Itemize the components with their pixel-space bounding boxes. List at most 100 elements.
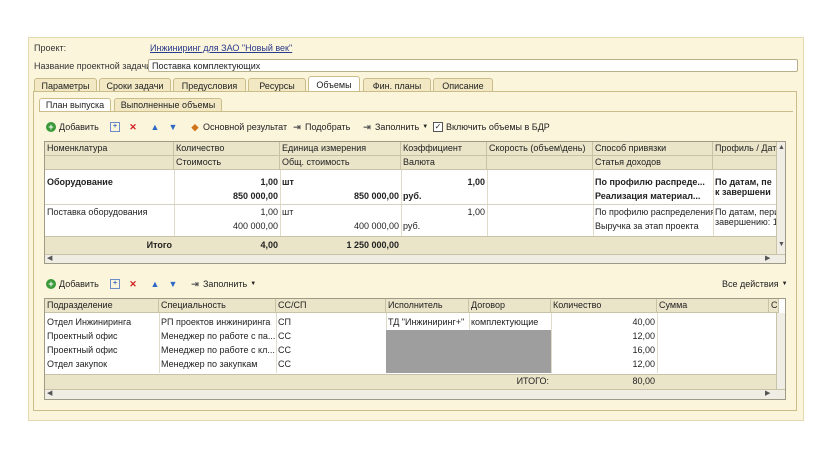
row1-specialty[interactable]: РП проектов инжиниринга (159, 316, 276, 328)
executors-grid[interactable]: Подразделение Специальность СС/СП Исполн… (44, 298, 786, 400)
col-header-income-article[interactable]: Статья доходов (593, 156, 713, 170)
add-button-2[interactable]: + Добавить (46, 277, 99, 291)
subtab-completed-volumes[interactable]: Выполненные объемы (114, 98, 222, 111)
tab-parameters[interactable]: Параметры (34, 78, 97, 92)
row2-profile-line2[interactable]: завершению: 1 (713, 216, 777, 228)
scroll-right-icon[interactable]: ▶ (765, 389, 770, 397)
fill-label: Заполнить (375, 122, 420, 132)
delete-icon[interactable]: ✕ (128, 279, 138, 289)
select-button[interactable]: ⇥ Подобрать (292, 120, 350, 134)
move-down-icon[interactable]: ▼ (168, 279, 178, 289)
row4-cc-sp[interactable]: СС (276, 358, 386, 370)
copy-icon[interactable]: + (110, 122, 120, 132)
row1-cc-sp[interactable]: СП (276, 316, 386, 328)
subtab-release-plan[interactable]: План выпуска (39, 98, 111, 111)
tab-description[interactable]: Описание (433, 78, 493, 92)
row2-currency[interactable]: руб. (401, 220, 487, 232)
move-down-icon[interactable]: ▼ (168, 122, 178, 132)
total-label-2: ИТОГО: (516, 376, 549, 386)
include-volumes-label: Включить объемы в БДР (446, 122, 550, 132)
row2-quantity[interactable]: 1,00 (174, 206, 280, 218)
grid2-horizontal-scrollbar[interactable] (45, 389, 785, 399)
scroll-up-icon[interactable]: ▲ (778, 144, 785, 151)
tab-preconditions[interactable]: Предусловия (173, 78, 246, 92)
row2-department[interactable]: Проектный офис (45, 330, 159, 342)
scroll-down-icon[interactable]: ▼ (778, 241, 785, 248)
row2-total-cost[interactable]: 400 000,00 (280, 220, 401, 232)
add-icon: + (46, 279, 56, 289)
col-header-total-cost[interactable]: Общ. стоимость (280, 156, 401, 170)
row3-quantity[interactable]: 16,00 (551, 344, 657, 356)
include-volumes-checkbox[interactable]: ✓ Включить объемы в БДР (433, 120, 550, 134)
col-header-cost[interactable]: Стоимость (174, 156, 280, 170)
main-result-button[interactable]: ◆ Основной результат (190, 120, 288, 134)
row2-unit[interactable]: шт (280, 206, 401, 218)
row1-executor[interactable]: ТД "Инжиниринг+" (386, 316, 469, 328)
col-header-sum[interactable]: Сумма (657, 299, 769, 313)
row1-coefficient[interactable]: 1,00 (401, 176, 487, 188)
row4-quantity[interactable]: 12,00 (551, 358, 657, 370)
row2-specialty[interactable]: Менеджер по работе с па... (159, 330, 276, 342)
scroll-left-icon[interactable]: ◀ (47, 389, 52, 397)
col-header-unit[interactable]: Единица измерения (280, 142, 401, 156)
row2-cc-sp[interactable]: СС (276, 330, 386, 342)
col-header-speed[interactable]: Скорость (объем\день) (487, 142, 593, 156)
row2-nomenclature[interactable]: Поставка оборудования (45, 206, 174, 218)
row3-specialty[interactable]: Менеджер по работе с кл... (159, 344, 276, 356)
add-button[interactable]: + Добавить (46, 120, 99, 134)
tab-fin-plans[interactable]: Фин. планы (363, 78, 431, 92)
move-up-icon[interactable]: ▲ (150, 122, 160, 132)
row2-coefficient[interactable]: 1,00 (401, 206, 487, 218)
row4-specialty[interactable]: Менеджер по закупкам (159, 358, 276, 370)
row3-cc-sp[interactable]: СС (276, 344, 386, 356)
col-header-profile[interactable]: Профиль / Дат (713, 142, 777, 156)
col-header-quantity[interactable]: Количество (551, 299, 657, 313)
copy-icon[interactable]: + (110, 279, 120, 289)
col-header-department[interactable]: Подразделение (45, 299, 159, 313)
grid1-horizontal-scrollbar[interactable] (45, 254, 785, 263)
col-header-coefficient[interactable]: Коэффициент (401, 142, 487, 156)
scroll-right-icon[interactable]: ▶ (765, 254, 770, 262)
row1-currency[interactable]: руб. (401, 190, 487, 202)
grid2-vertical-scrollbar[interactable] (776, 313, 785, 389)
row2-binding-method[interactable]: По профилю распределения (593, 206, 713, 218)
row3-department[interactable]: Проектный офис (45, 344, 159, 356)
row1-nomenclature[interactable]: Оборудование (45, 176, 174, 188)
col-header-cc-sp[interactable]: СС/СП (276, 299, 386, 313)
fill-button-2[interactable]: ⇥ Заполнить ▼ (190, 277, 256, 291)
col-header-specialty[interactable]: Специальность (159, 299, 276, 313)
col-header-c[interactable]: С (769, 299, 779, 313)
tab-resources[interactable]: Ресурсы (248, 78, 306, 92)
row1-total-cost[interactable]: 850 000,00 (280, 190, 401, 202)
row1-binding-method[interactable]: По профилю распреде... (593, 176, 713, 188)
row1-quantity[interactable]: 40,00 (551, 316, 657, 328)
tab-volumes[interactable]: Объемы (308, 76, 360, 92)
row4-department[interactable]: Отдел закупок (45, 358, 159, 370)
row1-income-article[interactable]: Реализация материал... (593, 190, 713, 202)
scroll-left-icon[interactable]: ◀ (47, 254, 52, 262)
col-header-nomenclature[interactable]: Номенклатура (45, 142, 174, 156)
task-name-input[interactable]: Поставка комплектующих (148, 59, 798, 72)
tab-task-dates[interactable]: Сроки задачи (99, 78, 171, 92)
row1-quantity[interactable]: 1,00 (174, 176, 280, 188)
delete-icon[interactable]: ✕ (128, 122, 138, 132)
row1-department[interactable]: Отдел Инжиниринга (45, 316, 159, 328)
row1-contract[interactable]: комплектующие (469, 316, 551, 328)
row1-cost[interactable]: 850 000,00 (174, 190, 280, 202)
row1-unit[interactable]: шт (280, 176, 401, 188)
col-header-quantity[interactable]: Количество (174, 142, 280, 156)
move-up-icon[interactable]: ▲ (150, 279, 160, 289)
row1-profile-line2[interactable]: к завершени (713, 186, 777, 198)
all-actions-button[interactable]: Все действия ▼ (722, 277, 788, 291)
row2-quantity[interactable]: 12,00 (551, 330, 657, 342)
grid1-vertical-scrollbar[interactable] (776, 142, 785, 254)
col-header-currency[interactable]: Валюта (401, 156, 487, 170)
col-header-binding-method[interactable]: Способ привязки (593, 142, 713, 156)
fill-button[interactable]: ⇥ Заполнить ▼ (362, 120, 428, 134)
col-header-executor[interactable]: Исполнитель (386, 299, 469, 313)
row2-income-article[interactable]: Выручка за этап проекта (593, 220, 713, 232)
col-header-contract[interactable]: Договор (469, 299, 551, 313)
row2-cost[interactable]: 400 000,00 (174, 220, 280, 232)
release-plan-grid[interactable]: Номенклатура Количество Единица измерени… (44, 141, 786, 264)
project-link[interactable]: Инжиниринг для ЗАО "Новый век" (150, 43, 292, 53)
